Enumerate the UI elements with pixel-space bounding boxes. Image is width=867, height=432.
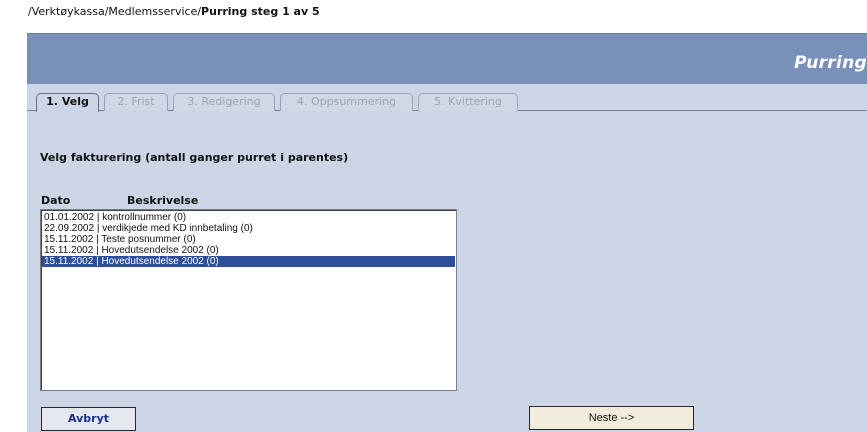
next-button[interactable]: Neste --> (529, 406, 694, 430)
list-item-selected[interactable]: 15.11.2002 | Hovedutsendelse 2002 (0) (42, 256, 455, 267)
column-header-beskrivelse: Beskrivelse (127, 194, 199, 207)
breadcrumb-current: Purring steg 1 av 5 (201, 5, 320, 18)
section-title: Velg fakturering (antall ganger purret i… (40, 151, 349, 164)
cancel-button[interactable]: Avbryt (41, 407, 136, 431)
list-item[interactable]: 01.01.2002 | kontrollnummer (0) (42, 212, 455, 223)
list-item[interactable]: 22.09.2002 | verdikjede med KD innbetali… (42, 223, 455, 234)
column-header-dato: Dato (41, 194, 71, 207)
breadcrumb: /Verktøykassa/Medlemsservice/Purring ste… (0, 0, 867, 22)
tab-oppsummering[interactable]: 4. Oppsummering (280, 93, 413, 111)
list-item[interactable]: 15.11.2002 | Hovedutsendelse 2002 (0) (42, 245, 455, 256)
tab-redigering[interactable]: 3. Redigering (173, 93, 275, 111)
tab-velg[interactable]: 1. Velg (36, 93, 99, 112)
app-window: /Verktøykassa/Medlemsservice/Purring ste… (0, 0, 867, 432)
page-title: Purring (794, 53, 867, 73)
tab-frist[interactable]: 2. Frist (104, 93, 168, 111)
list-item[interactable]: 15.11.2002 | Teste posnummer (0) (42, 234, 455, 245)
header-bar: Purring (27, 34, 867, 84)
invoice-listbox[interactable]: 01.01.2002 | kontrollnummer (0) 22.09.20… (40, 209, 457, 391)
breadcrumb-path[interactable]: /Verktøykassa/Medlemsservice/ (28, 5, 201, 18)
wizard-tabs: 1. Velg 2. Frist 3. Redigering 4. Oppsum… (27, 93, 867, 112)
tab-kvittering[interactable]: 5. Kvittering (418, 93, 518, 111)
main-panel: Purring 1. Velg 2. Frist 3. Redigering 4… (27, 33, 867, 432)
